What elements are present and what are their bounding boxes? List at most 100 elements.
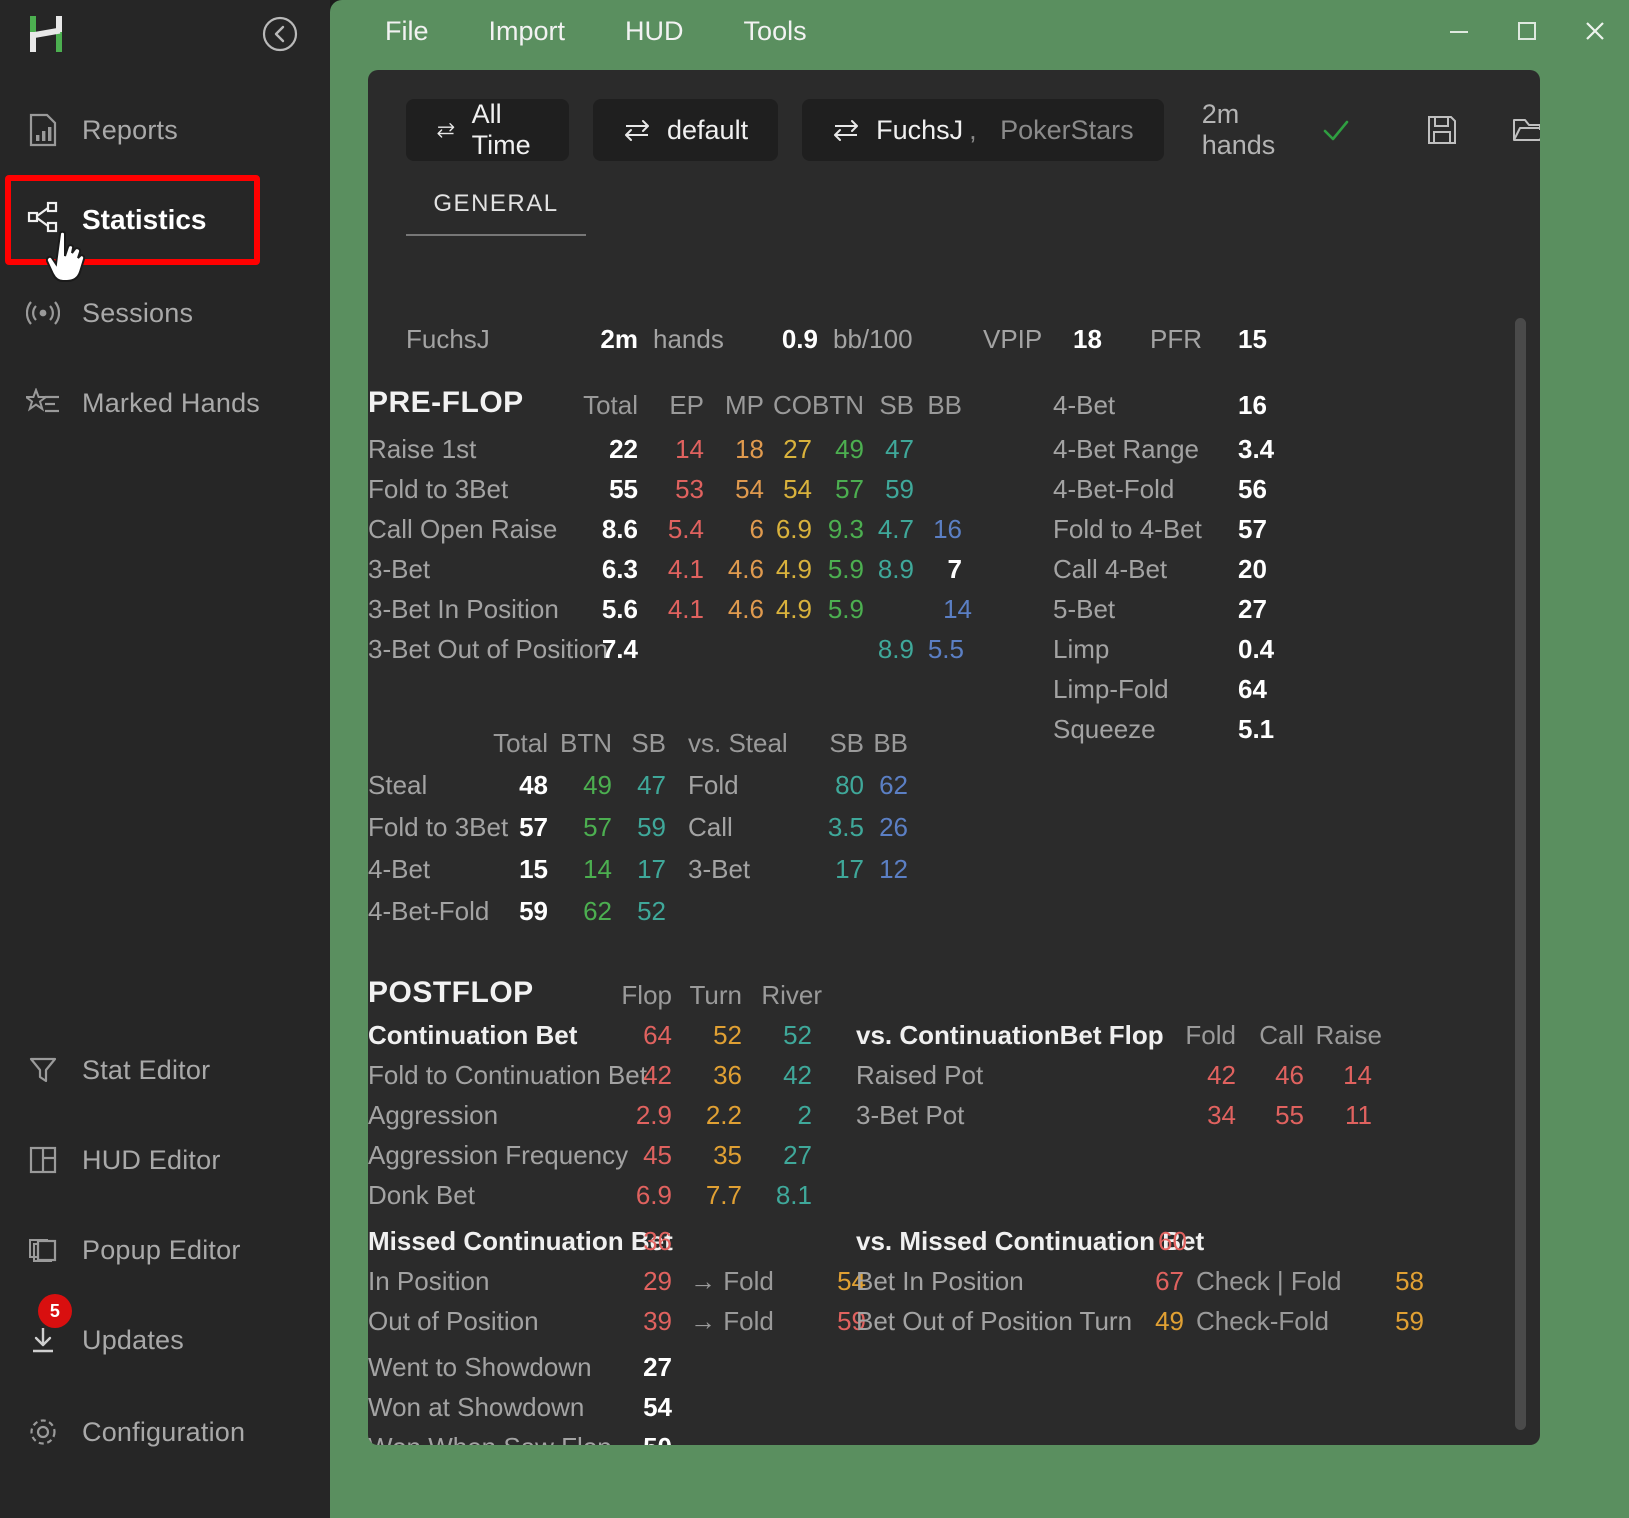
preflop-cell: 14 [943,594,972,624]
player-summary-hands-value: 2m [600,324,638,354]
player-summary-name: FuchsJ [406,324,490,354]
vs-cbet-col-fold: Fold [1185,1020,1236,1050]
vs-missed-cbet-second-value: 58 [1395,1266,1424,1296]
missed-cbet-title-value: 36 [643,1226,672,1256]
showdown-row-label: Won When Saw Flop [368,1432,612,1445]
sidebar-item-hud-editor[interactable]: HUD Editor [0,1132,330,1188]
preflop-right-label: Limp-Fold [1053,674,1169,704]
save-floppy-icon[interactable] [1425,103,1459,157]
steal-row-label: 4-Bet [368,854,431,884]
preflop-cell: 7.4 [601,634,638,664]
sidebar-item-stat-editor[interactable]: Stat Editor [0,1042,330,1098]
vs-missed-cbet-row-label: Bet Out of Position Turn [856,1306,1133,1336]
vs-cbet-row-label: Raised Pot [856,1060,984,1090]
star-list-icon [26,386,60,420]
vs-cbet-row-label: 3-Bet Pot [856,1100,965,1130]
steal-cell: 57 [583,812,612,842]
preflop-right-label: Limp [1053,634,1110,664]
filter-player-site: PokerStars [1000,114,1134,145]
sidebar-item-reports[interactable]: Reports [0,102,330,158]
share-nodes-icon [26,200,60,241]
vs-missed-cbet-row-label: Bet In Position [856,1266,1024,1296]
menu-hud[interactable]: HUD [595,10,714,53]
filter-profile-button[interactable]: default [593,99,779,161]
postflop-cell: 7.7 [705,1180,742,1210]
sidebar-item-label: Popup Editor [82,1234,241,1265]
pfr-label: PFR [1150,324,1202,354]
missed-cbet-row-label: In Position [368,1266,490,1296]
sidebar-item-statistics[interactable]: Statistics [6,188,258,252]
tab-general[interactable]: GENERAL [406,190,586,236]
minimize-button[interactable] [1425,0,1493,62]
postflop-cell: 6.9 [635,1180,672,1210]
stat-sheet-scrollbar[interactable] [1515,318,1526,1445]
preflop-cell: 53 [675,474,704,504]
maximize-button[interactable] [1493,0,1561,62]
menu-tools[interactable]: Tools [714,10,837,53]
app-logo [26,14,68,54]
preflop-right-value: 16 [1238,390,1267,420]
preflop-cell: 59 [885,474,914,504]
vs-cbet-cell: 42 [1207,1060,1236,1090]
preflop-cell: 5.9 [827,594,864,624]
minimize-icon [1450,31,1468,33]
preflop-cell: 14 [675,434,704,464]
vpip-label: VPIP [983,324,1043,354]
sidebar-item-popup-editor[interactable]: Popup Editor [0,1222,330,1278]
preflop-title: PRE-FLOP [368,386,524,419]
steal-cell: 17 [637,854,666,884]
preflop-cell: 5.6 [601,594,638,624]
steal-cell: 62 [583,896,612,926]
preflop-cell: 5.4 [667,514,704,544]
sidebar-item-label: Sessions [82,297,194,328]
steal-col-btn: BTN [560,728,612,758]
steal-cell: 57 [519,812,548,842]
preflop-cell: 4.1 [667,554,704,584]
close-icon [1586,22,1604,40]
missed-cbet-cell: 29 [643,1266,672,1296]
sidebar-item-configuration[interactable]: Configuration [0,1404,330,1460]
preflop-cell: 49 [835,434,864,464]
preflop-cell: 16 [933,514,962,544]
sidebar: Reports Statistics Sessions Marked Hands… [0,0,330,1518]
steal-cell: 47 [637,770,666,800]
preflop-cell: 8.9 [877,634,914,664]
postflop-cell: 2.9 [635,1100,672,1130]
maximize-icon [1518,22,1536,40]
steal-cell: 49 [583,770,612,800]
filter-date-button[interactable]: All Time [406,99,569,161]
preflop-row-label: Fold to 3Bet [368,474,509,504]
steal-row-label: Steal [368,770,428,800]
sidebar-item-label: Statistics [82,204,207,235]
collapse-sidebar-button[interactable] [260,14,300,54]
close-button[interactable] [1561,0,1629,62]
sidebar-item-updates[interactable]: 5 Updates [0,1294,330,1368]
missed-cbet-row-label: Out of Position [368,1306,539,1336]
preflop-row-label: Raise 1st [368,434,477,464]
menu-file[interactable]: File [355,10,459,53]
sidebar-item-label: HUD Editor [82,1144,221,1175]
sidebar-item-sessions[interactable]: Sessions [0,285,330,341]
hand-count-label: 2m hands [1201,99,1276,160]
sidebar-item-label: Reports [82,114,178,145]
missed-cbet-arrow-label: → Fold [690,1266,774,1296]
funnel-icon [26,1053,60,1087]
menu-import[interactable]: Import [459,10,596,53]
open-folder-icon[interactable] [1511,103,1540,157]
preflop-right-label: Call 4-Bet [1053,554,1168,584]
steal-col-sb: SB [631,728,666,758]
swap-arrows-icon [437,122,455,138]
postflop-cell: 27 [783,1140,812,1170]
preflop-col-bb: BB [927,390,962,420]
sidebar-item-marked-hands[interactable]: Marked Hands [0,375,330,431]
vs-missed-cbet-value: 49 [1155,1306,1184,1336]
gear-icon [26,1415,60,1449]
showdown-row-label: Went to Showdown [368,1352,592,1382]
filter-player-button[interactable]: FuchsJ, PokerStars [802,99,1164,161]
vs-cbet-cell: 55 [1275,1100,1304,1130]
missed-cbet-arrow-label: → Fold [690,1306,774,1336]
postflop-cell: 2 [797,1100,812,1130]
scrollbar-thumb[interactable] [1515,318,1526,1430]
steal-cell: 14 [583,854,612,884]
vs-cbet-cell: 46 [1275,1060,1304,1090]
